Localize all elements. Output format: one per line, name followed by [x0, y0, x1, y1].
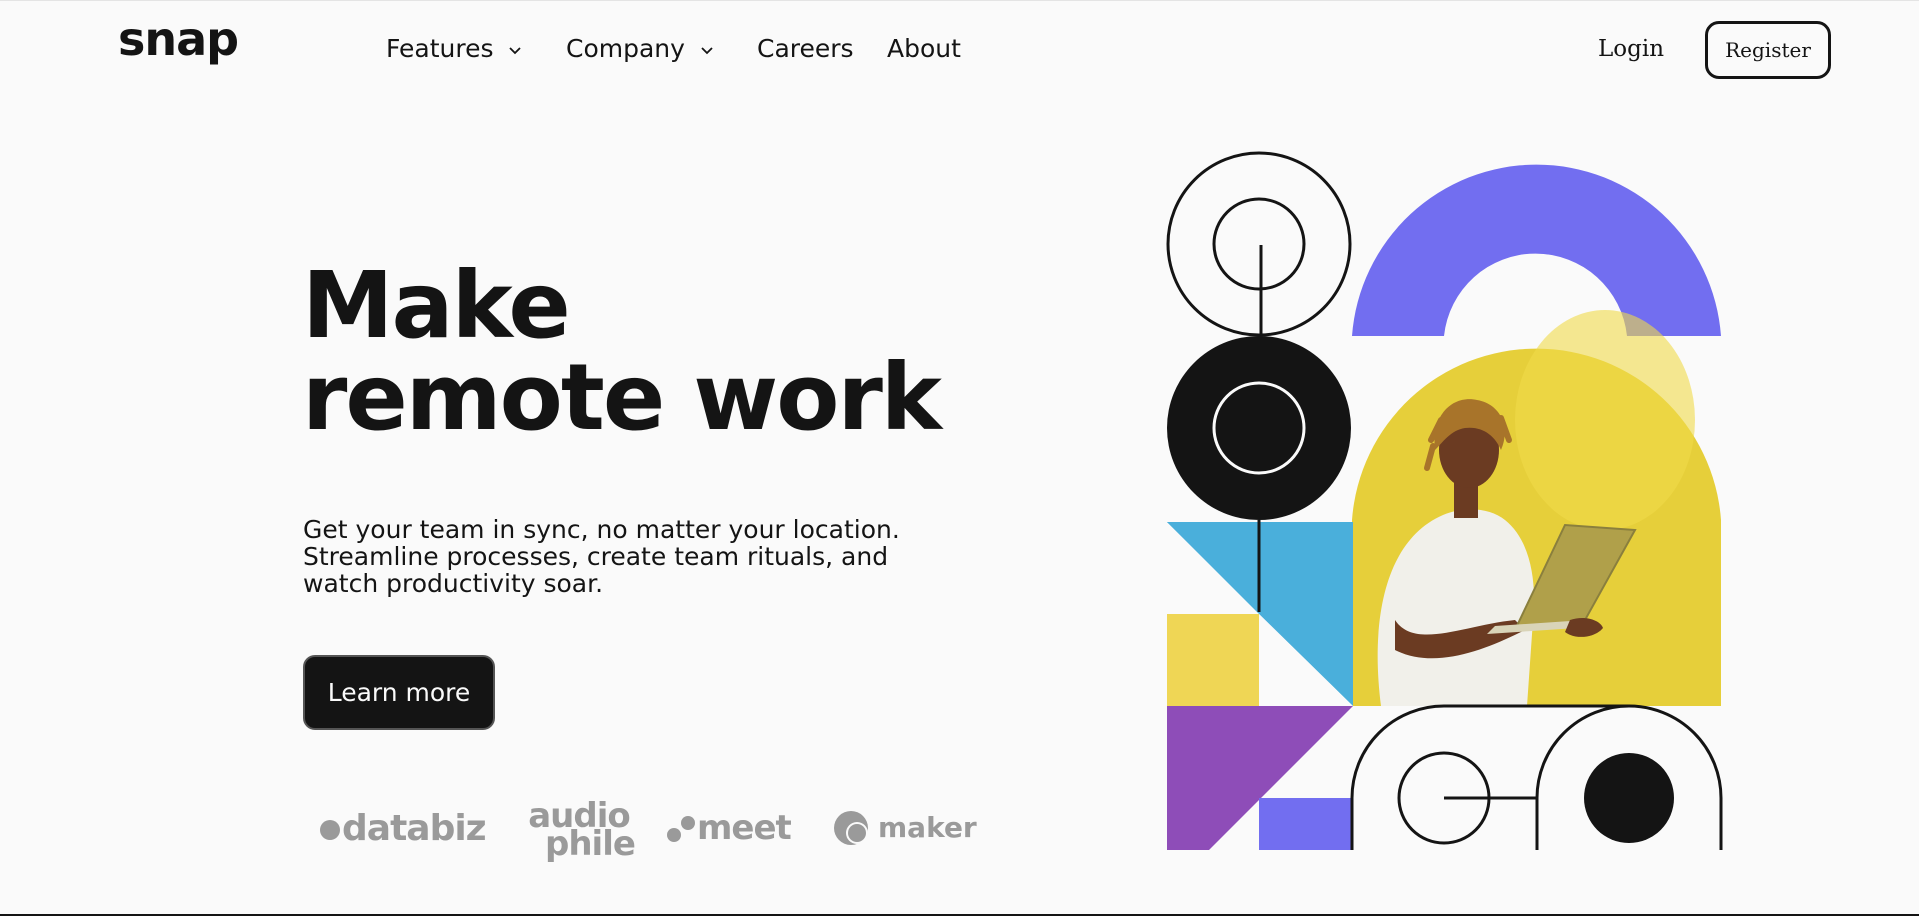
yellow-block-graphic	[1167, 614, 1259, 706]
meet-dots-icon	[667, 815, 697, 844]
hero-title-line1: Make	[302, 252, 571, 359]
register-button[interactable]: Register	[1705, 21, 1831, 79]
client-logo-maker-text: maker	[878, 811, 977, 844]
client-logo-meet: meet	[667, 808, 792, 848]
purple-arch-graphic	[1352, 164, 1721, 336]
chevron-down-icon	[701, 47, 713, 55]
nav-careers[interactable]: Careers	[757, 34, 854, 63]
nav-features[interactable]: Features	[386, 34, 523, 63]
hero-illustration	[1166, 151, 1723, 850]
hero-description: Get your team in sync, no matter your lo…	[303, 515, 900, 598]
client-logo-databiz-text: databiz	[342, 808, 487, 849]
client-logo-audiophile: audio phile	[523, 799, 636, 861]
snap-logo[interactable]: snap	[118, 12, 239, 66]
maker-logo-icon	[834, 811, 868, 845]
purple-block-graphic	[1259, 798, 1353, 850]
nav-features-label: Features	[386, 34, 494, 63]
nav-careers-label: Careers	[757, 34, 854, 63]
person-with-laptop-photo	[1352, 310, 1721, 706]
hero-title: Make remote work	[302, 260, 942, 444]
nav-about-label: About	[887, 34, 961, 63]
login-link[interactable]: Login	[1598, 36, 1664, 62]
nav-company-label: Company	[566, 34, 685, 63]
client-logos: databiz audio phile meet maker	[300, 790, 980, 870]
client-logo-maker: maker	[834, 810, 977, 848]
learn-more-button[interactable]: Learn more	[303, 655, 495, 730]
hero-title-line2: remote work	[302, 344, 942, 451]
chevron-down-icon	[509, 47, 522, 55]
black-circle-graphic	[1167, 336, 1351, 520]
nav-about[interactable]: About	[887, 34, 961, 63]
client-logo-meet-text: meet	[697, 808, 792, 848]
nav-company[interactable]: Company	[566, 34, 715, 63]
outline-circles-graphic	[1166, 151, 1352, 337]
client-logo-databiz: databiz	[320, 808, 487, 849]
bottom-outline-circles-graphic	[1350, 704, 1723, 850]
databiz-dot-icon	[320, 820, 340, 840]
site-header: snap Features Company Careers About Logi…	[0, 0, 1919, 100]
